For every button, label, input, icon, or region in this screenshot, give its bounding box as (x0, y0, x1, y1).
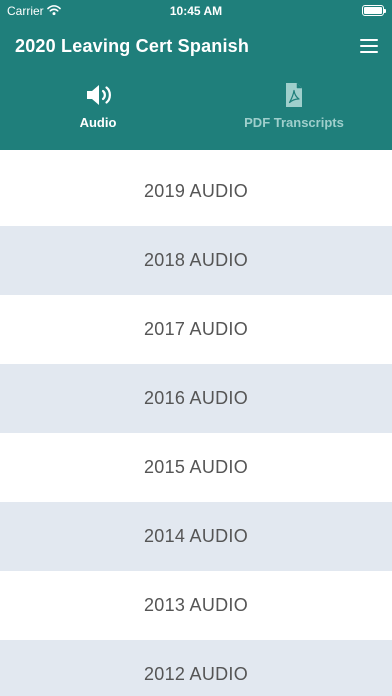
list-item-label: 2014 AUDIO (143, 526, 249, 546)
list-item-label: 2017 AUDIO (143, 319, 249, 339)
app-bar: 2020 Leaving Cert Spanish (0, 22, 392, 72)
list-item[interactable]: 2013 AUDIO (0, 571, 392, 640)
list-item[interactable]: 2019 AUDIO (0, 157, 392, 226)
tab-audio-label: Audio (79, 115, 117, 130)
list-item-label: 2013 AUDIO (143, 595, 249, 615)
list-item-label: 2019 AUDIO (143, 181, 249, 201)
list-item-label: 2012 AUDIO (143, 664, 249, 684)
list-item-label: 2015 AUDIO (143, 457, 249, 477)
list-item[interactable]: 2014 AUDIO (0, 502, 392, 571)
list-item[interactable]: 2018 AUDIO (0, 226, 392, 295)
tab-bar: Audio PDF Transcripts (0, 72, 392, 222)
tab-pdf-transcripts[interactable]: PDF Transcripts (196, 72, 392, 150)
clock-time: 10:45 AM (169, 4, 223, 18)
list-item[interactable]: 2015 AUDIO (0, 433, 392, 502)
list-item-label: 2018 AUDIO (143, 250, 249, 270)
menu-icon[interactable] (360, 39, 378, 53)
app-title: 2020 Leaving Cert Spanish (15, 36, 250, 56)
audio-year-list: 2019 AUDIO 2018 AUDIO 2017 AUDIO 2016 AU… (0, 157, 392, 696)
tab-pdf-transcripts-label: PDF Transcripts (244, 115, 344, 130)
status-bar: Carrier 10:45 AM (0, 0, 392, 22)
battery-icon (362, 5, 386, 16)
list-item-label: 2016 AUDIO (143, 388, 249, 408)
pdf-file-icon (286, 83, 302, 107)
list-item[interactable]: 2012 AUDIO (0, 640, 392, 696)
list-item[interactable]: 2016 AUDIO (0, 364, 392, 433)
tab-audio[interactable]: Audio (0, 72, 196, 150)
volume-icon (87, 85, 111, 105)
list-item[interactable]: 2017 AUDIO (0, 295, 392, 364)
